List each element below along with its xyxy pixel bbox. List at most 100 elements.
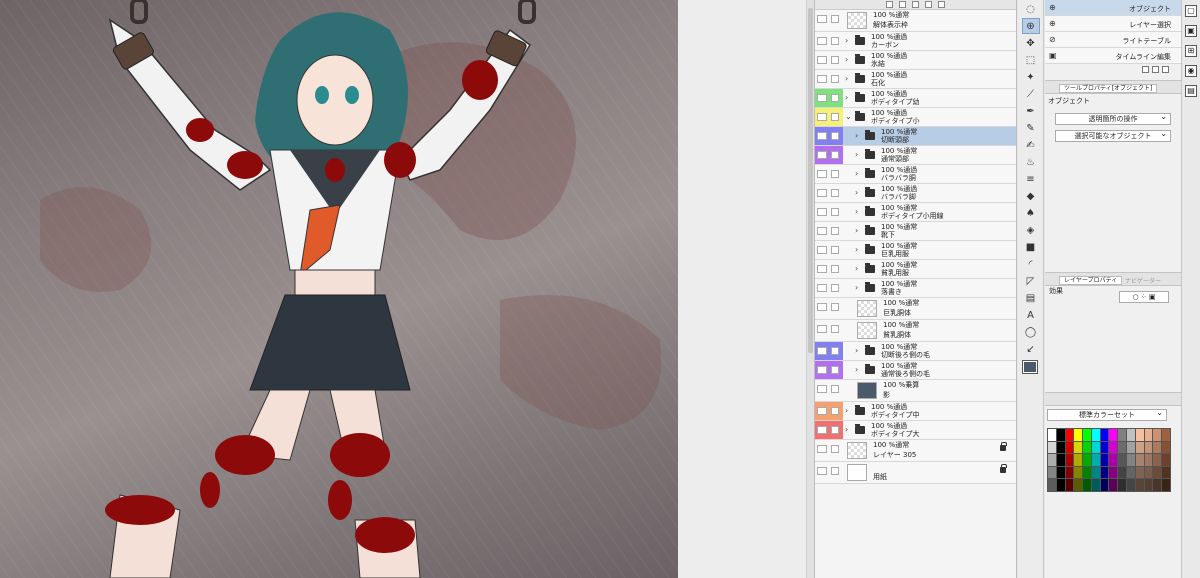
panel-toggle-icon[interactable]: ▤: [1185, 85, 1197, 97]
color-swatch[interactable]: [1109, 454, 1118, 466]
layer-lock-toggle[interactable]: [831, 366, 839, 374]
layer-toolbar-button[interactable]: [938, 1, 945, 8]
pencil-tool-icon[interactable]: ✎: [1022, 120, 1040, 136]
layer-row[interactable]: › 100 %通常 ボディタイプ小用線: [815, 203, 1016, 222]
layer-lock-toggle[interactable]: [831, 347, 839, 355]
color-swatch[interactable]: [1048, 454, 1056, 466]
visibility-eye-icon[interactable]: [817, 151, 827, 159]
gradient-tool-icon[interactable]: ■: [1022, 239, 1040, 255]
transparent-area-select[interactable]: 透明箇所の操作: [1055, 112, 1171, 125]
layer-row[interactable]: 100 %通常 レイヤー 305: [815, 440, 1016, 462]
sub-tool-item[interactable]: ⊘ ライトテーブル: [1045, 32, 1181, 48]
folder-expand-chevron-icon[interactable]: ›: [845, 425, 848, 434]
color-swatch[interactable]: [1118, 454, 1127, 466]
sub-tool-button[interactable]: [1142, 65, 1149, 73]
layer-toolbar-button[interactable]: [899, 1, 906, 8]
color-swatch[interactable]: [1100, 429, 1109, 441]
color-swatch[interactable]: [1135, 441, 1144, 454]
color-swatch[interactable]: [1109, 466, 1118, 479]
sub-tool-item[interactable]: ▣ タイムライン編集: [1045, 48, 1181, 64]
visibility-eye-icon[interactable]: [817, 189, 827, 197]
color-swatch[interactable]: [1162, 479, 1170, 491]
color-swatch[interactable]: [1135, 479, 1144, 491]
visibility-eye-icon[interactable]: [817, 208, 827, 216]
color-swatch[interactable]: [1127, 429, 1135, 441]
visibility-eye-icon[interactable]: [817, 113, 827, 121]
layer-lock-toggle[interactable]: [831, 151, 839, 159]
color-swatch[interactable]: [1100, 454, 1109, 466]
color-swatch[interactable]: [1162, 466, 1170, 479]
color-swatch[interactable]: [1144, 454, 1153, 466]
panel-toggle-icon[interactable]: ▢: [1185, 5, 1197, 17]
sub-tool-button[interactable]: [1162, 65, 1169, 73]
color-swatch[interactable]: [1144, 466, 1153, 479]
folder-expand-chevron-icon[interactable]: ›: [845, 55, 848, 64]
color-swatch[interactable]: [1162, 429, 1170, 441]
layer-row[interactable]: › 100 %通過 カーボン: [815, 32, 1016, 51]
eyedropper-tool-icon[interactable]: ⟋: [1022, 86, 1040, 102]
color-swatch[interactable]: [1162, 441, 1170, 454]
layer-lock-toggle[interactable]: [831, 227, 839, 235]
scrollbar-thumb[interactable]: [808, 8, 813, 353]
fill-tool-icon[interactable]: ◈: [1022, 222, 1040, 238]
color-swatch[interactable]: [1083, 441, 1091, 454]
view-rotate-tool-icon[interactable]: ◌: [1022, 1, 1040, 17]
visibility-eye-icon[interactable]: [817, 284, 827, 292]
color-swatch[interactable]: [1091, 454, 1100, 466]
color-swatch[interactable]: [1153, 479, 1162, 491]
layer-lock-toggle[interactable]: [831, 385, 839, 393]
sub-tool-item[interactable]: ⊕ オブジェクト: [1045, 0, 1181, 16]
visibility-eye-icon[interactable]: [817, 37, 827, 45]
folder-expand-chevron-icon[interactable]: ›: [855, 131, 858, 140]
airbrush-tool-icon[interactable]: ♨: [1022, 154, 1040, 170]
visibility-eye-icon[interactable]: [817, 366, 827, 374]
text-tool-icon[interactable]: A: [1022, 307, 1040, 323]
layer-lock-toggle[interactable]: [831, 94, 839, 102]
layer-lock-toggle[interactable]: [831, 56, 839, 64]
layer-toolbar-button[interactable]: [925, 1, 932, 8]
color-swatch[interactable]: [1109, 479, 1118, 491]
color-swatch[interactable]: [1135, 454, 1144, 466]
color-swatch[interactable]: [1074, 466, 1083, 479]
layer-row[interactable]: › 100 %通過 バラバラ脚: [815, 184, 1016, 203]
layer-row[interactable]: 100 %通常 解体表示枠: [815, 10, 1016, 32]
visibility-eye-icon[interactable]: [817, 265, 827, 273]
layer-row[interactable]: 用紙: [815, 462, 1016, 484]
layer-row[interactable]: › 100 %通過 ボディタイプ大: [815, 421, 1016, 440]
color-swatch[interactable]: [1065, 454, 1074, 466]
layer-lock-toggle[interactable]: [831, 15, 839, 23]
folder-expand-chevron-icon[interactable]: ›: [855, 264, 858, 273]
layer-lock-toggle[interactable]: [831, 265, 839, 273]
layer-row[interactable]: ⌄ 100 %通過 ボディタイプ小: [815, 108, 1016, 127]
folder-expand-chevron-icon[interactable]: ›: [855, 365, 858, 374]
color-swatch[interactable]: [1048, 466, 1056, 479]
color-swatch[interactable]: [1048, 441, 1056, 454]
layer-row[interactable]: › 100 %通過 氷結: [815, 51, 1016, 70]
layer-row[interactable]: › 100 %通常 靴下: [815, 222, 1016, 241]
panel-toggle-icon[interactable]: ⊞: [1185, 45, 1197, 57]
selection-tool-icon[interactable]: ⬚: [1022, 52, 1040, 68]
navigator-tab[interactable]: ナビゲーター: [1125, 276, 1161, 285]
auto-select-tool-icon[interactable]: ✦: [1022, 69, 1040, 85]
layer-row[interactable]: › 100 %通常 切断後ろ側の毛: [815, 342, 1016, 361]
decoration-tool-icon[interactable]: ≡: [1022, 171, 1040, 187]
ruler-tool-icon[interactable]: ▤: [1022, 290, 1040, 306]
visibility-eye-icon[interactable]: [817, 426, 827, 434]
layer-lock-toggle[interactable]: [831, 208, 839, 216]
layer-lock-toggle[interactable]: [831, 467, 839, 475]
layer-lock-toggle[interactable]: [831, 407, 839, 415]
color-swatch[interactable]: [1100, 466, 1109, 479]
color-swatch[interactable]: [1074, 441, 1083, 454]
layer-lock-toggle[interactable]: [831, 426, 839, 434]
layer-lock-toggle[interactable]: [831, 325, 839, 333]
tool-property-tab[interactable]: ツールプロパティ[オブジェクト]: [1059, 84, 1158, 93]
color-swatch[interactable]: [1048, 429, 1056, 441]
color-set-select[interactable]: 標準カラーセット: [1047, 408, 1167, 421]
color-set-palette[interactable]: [1047, 428, 1171, 492]
layer-row[interactable]: › 100 %通過 石化: [815, 70, 1016, 89]
canvas-vertical-scrollbar[interactable]: [806, 0, 814, 578]
color-swatch[interactable]: [1127, 466, 1135, 479]
color-swatch[interactable]: [1065, 441, 1074, 454]
color-swatch[interactable]: [1153, 466, 1162, 479]
visibility-eye-icon[interactable]: [817, 94, 827, 102]
